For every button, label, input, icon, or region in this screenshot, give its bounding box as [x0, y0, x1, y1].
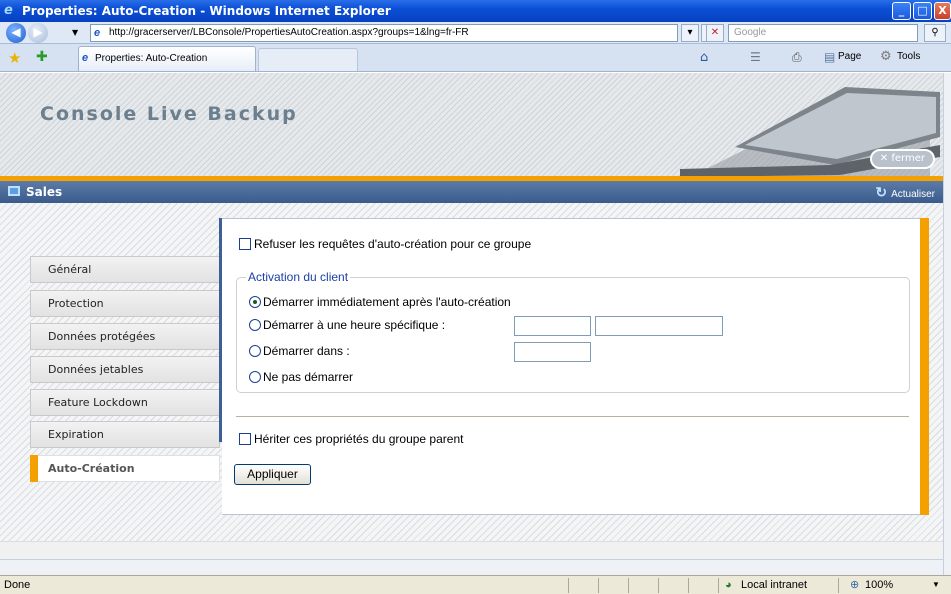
refresh-icon: ↻ [875, 184, 888, 200]
status-divider [838, 578, 839, 593]
status-divider [688, 578, 689, 593]
fieldset-legend: Activation du client [246, 270, 351, 284]
gear-icon: ⚙ [880, 49, 892, 64]
close-label: fermer [891, 153, 925, 164]
url-text: http://gracerserver/LBConsole/Properties… [109, 27, 469, 38]
radio-do-not-start[interactable] [249, 371, 261, 383]
tab-properties[interactable]: e Properties: Auto-Creation [78, 46, 256, 71]
close-icon: ✕ [879, 153, 889, 164]
feeds-icon[interactable]: ☰ [750, 50, 761, 64]
page-menu[interactable]: Page [838, 51, 861, 62]
section-bar: Sales ↻ Actualiser [0, 181, 943, 203]
option-label: Ne pas démarrer [263, 370, 354, 384]
print-icon[interactable]: ⎙ [792, 50, 802, 65]
window-title: Properties: Auto-Creation - Windows Inte… [22, 4, 391, 18]
refresh-button[interactable]: ↻ Actualiser [875, 184, 935, 201]
status-divider [598, 578, 599, 593]
refresh-label: Actualiser [891, 189, 935, 200]
radio-start-specific-time[interactable] [249, 319, 261, 331]
nav-item-protection[interactable]: Protection [30, 290, 220, 317]
status-divider [718, 578, 719, 593]
forward-button[interactable]: ▶ [28, 23, 48, 43]
status-text: Done [4, 579, 31, 591]
maximize-button[interactable]: □ [913, 2, 932, 20]
apply-button[interactable]: Appliquer [234, 464, 311, 485]
intranet-icon: ◕ [725, 579, 732, 591]
search-input[interactable]: Google [728, 24, 918, 42]
page-viewport: Console Live Backup ✕ fermer Sales ↻ Actu… [0, 73, 943, 575]
header-banner: Console Live Backup ✕ fermer [0, 73, 943, 179]
page-icon: e [94, 27, 101, 39]
horizontal-scrollbar[interactable] [0, 559, 943, 575]
close-console-button[interactable]: ✕ fermer [869, 149, 935, 169]
vertical-scrollbar[interactable] [943, 73, 951, 575]
tab-title: Properties: Auto-Creation [95, 53, 208, 64]
separator [236, 416, 909, 417]
zoom-level[interactable]: 100% [865, 576, 893, 594]
start-delay-input[interactable] [514, 342, 591, 362]
inherit-label: Hériter ces propriétés du groupe parent [254, 432, 464, 446]
zoom-icon: ⊕ [850, 579, 860, 591]
status-bar: Done ◕ Local intranet ⊕ 100% ▼ [0, 575, 951, 594]
radio-start-immediately[interactable] [249, 296, 261, 308]
address-bar: ◀ ▶ ▼ e http://gracerserver/LBConsole/Pr… [0, 22, 951, 44]
tab-bar: ★ ✚ e Properties: Auto-Creation ⌂ ☰ ⎙ ▤ … [0, 44, 951, 72]
nav-item-label: Données protégées [48, 330, 156, 343]
minimize-button[interactable]: _ [892, 2, 911, 20]
nav-item-general[interactable]: Général [30, 256, 220, 283]
app-title: Console Live Backup [40, 103, 298, 125]
status-divider [568, 578, 569, 593]
nav-item-protected-data[interactable]: Données protégées [30, 323, 220, 350]
favorites-star-icon[interactable]: ★ [8, 49, 21, 67]
nav-item-label: Expiration [48, 428, 104, 441]
option-label: Démarrer dans : [263, 344, 350, 358]
page-menu-icon: ▤ [824, 50, 836, 64]
section-title: Sales [26, 185, 63, 199]
page-footer [0, 541, 943, 561]
window-title-bar: e Properties: Auto-Creation - Windows In… [0, 0, 951, 22]
new-tab-button[interactable] [258, 48, 358, 71]
zoom-dropdown-icon[interactable]: ▼ [932, 576, 940, 594]
tools-menu[interactable]: Tools [897, 51, 920, 62]
search-icon[interactable]: ⚲ [924, 24, 946, 42]
close-window-button[interactable]: X [934, 2, 951, 20]
status-divider [658, 578, 659, 593]
start-date-input[interactable] [514, 316, 591, 336]
status-divider [628, 578, 629, 593]
nav-item-disposable-data[interactable]: Données jetables [30, 356, 220, 383]
inherit-checkbox[interactable] [239, 433, 251, 445]
internet-explorer-icon: e [4, 3, 13, 18]
nav-item-label: Données jetables [48, 363, 144, 376]
nav-item-auto-creation[interactable]: Auto-Création [30, 455, 220, 482]
add-favorites-icon[interactable]: ✚ [36, 49, 48, 65]
start-time-input[interactable] [595, 316, 723, 336]
home-icon[interactable]: ⌂ [700, 50, 708, 65]
url-input[interactable]: e http://gracerserver/LBConsole/Properti… [90, 24, 678, 42]
option-label: Démarrer à une heure spécifique : [263, 318, 446, 332]
nav-item-feature-lockdown[interactable]: Feature Lockdown [30, 389, 220, 416]
content-area: Général Protection Données protégées Don… [0, 203, 943, 575]
refuse-label: Refuser les requêtes d'auto-création pou… [254, 237, 532, 251]
nav-item-expiration[interactable]: Expiration [30, 421, 220, 448]
nav-item-label: Général [48, 263, 92, 276]
option-label: Démarrer immédiatement après l'auto-créa… [263, 295, 511, 309]
auto-creation-panel: Refuser les requêtes d'auto-création pou… [222, 218, 922, 515]
nav-item-label: Protection [48, 297, 104, 310]
monitor-icon [8, 186, 20, 196]
back-button[interactable]: ◀ [6, 23, 26, 43]
nav-item-label: Feature Lockdown [48, 396, 148, 409]
page-tab-icon: e [82, 52, 89, 64]
stop-icon[interactable]: ✕ [706, 24, 724, 42]
history-dropdown-icon[interactable]: ▼ [72, 28, 78, 37]
panel-accent-strip [920, 218, 929, 515]
refuse-checkbox[interactable] [239, 238, 251, 250]
url-dropdown-icon[interactable]: ▾ [681, 24, 699, 42]
nav-item-label: Auto-Création [48, 462, 135, 475]
security-zone: Local intranet [741, 579, 808, 591]
radio-start-in[interactable] [249, 345, 261, 357]
